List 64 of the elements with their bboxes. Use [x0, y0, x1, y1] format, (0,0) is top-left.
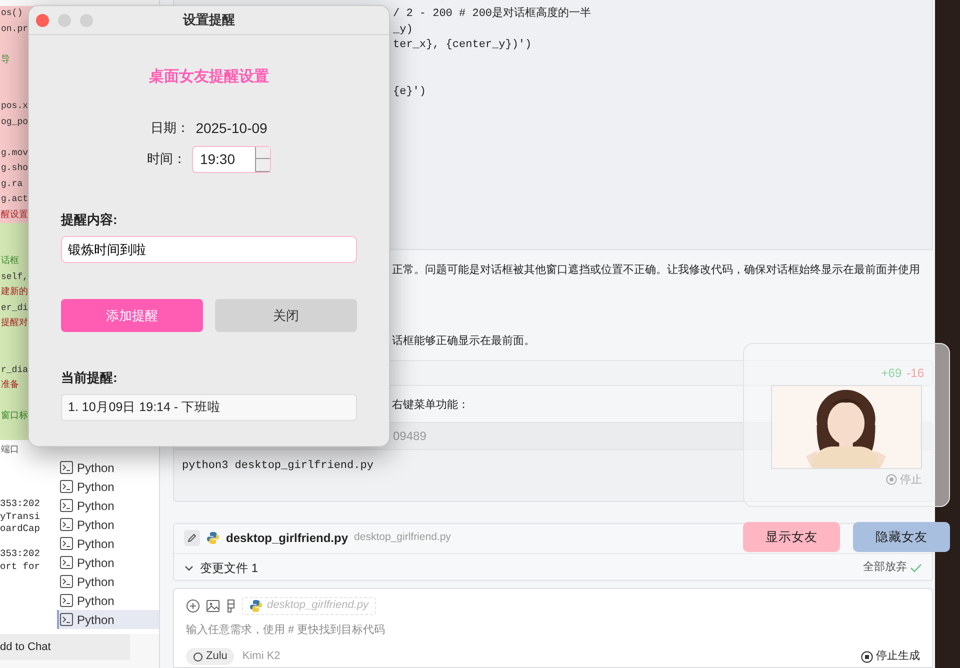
date-value: 2025-10-09	[196, 118, 268, 138]
stop-icon	[886, 474, 897, 486]
terminal-tab[interactable]: Python	[57, 591, 159, 610]
terminal-icon	[60, 556, 73, 569]
changed-files-label: 变更文件 1	[200, 560, 258, 577]
command-id: 09489	[393, 428, 426, 443]
chat-input[interactable]: desktop_girlfriend.py 输入任意需求，使用 # 更快找到目标代码 Zulu Kimi K2 停止生成	[173, 588, 933, 668]
terminal-tab[interactable]: Python	[57, 534, 159, 553]
window-title: 设置提醒	[183, 12, 235, 28]
code-text: _y)	[393, 24, 413, 36]
add-to-chat-button[interactable]: dd to Chat	[0, 634, 130, 660]
file-name[interactable]: desktop_girlfriend.py	[226, 529, 348, 548]
agent-icon	[193, 652, 203, 662]
agent-selector[interactable]: Zulu	[186, 648, 234, 665]
terminal-tab[interactable]: Python	[57, 610, 159, 629]
code-text: ter_x}, {center_y})')	[393, 39, 532, 51]
input-placeholder: 输入任意需求，使用 # 更快找到目标代码	[186, 622, 386, 638]
dialog-heading: 桌面女友提醒设置	[149, 68, 269, 85]
python-icon	[206, 531, 220, 546]
terminal-output: yTransi	[0, 510, 40, 522]
terminal-output: ort for	[0, 560, 40, 572]
terminal-tab[interactable]: Python	[57, 553, 159, 572]
message-text: 右键菜单功能：	[392, 399, 469, 412]
panel-title: 端口	[1, 444, 19, 454]
reminder-item[interactable]: 1. 10月09日 19:14 - 下班啦	[61, 394, 357, 420]
terminal-icon	[60, 461, 73, 474]
file-path: desktop_girlfriend.py	[354, 530, 451, 546]
time-field[interactable]: 19:30	[192, 146, 272, 172]
terminal-tab[interactable]: Python	[57, 477, 159, 496]
terminal-output: 353:202	[0, 548, 40, 559]
hide-girlfriend-button[interactable]: 隐藏女友	[853, 522, 950, 552]
terminal-icon	[60, 594, 73, 607]
terminal-output: 353:202	[0, 498, 40, 509]
image-icon[interactable]	[206, 598, 220, 613]
removed-count: -16	[906, 365, 924, 382]
terminal-tab[interactable]: Python	[57, 496, 159, 515]
terminal-icon	[60, 480, 73, 493]
code-text: / 2 - 200 # 200是对话框高度的一半	[393, 8, 592, 20]
edit-icon[interactable]	[184, 530, 200, 546]
python-icon	[249, 598, 263, 613]
check-icon	[910, 562, 922, 573]
stop-generating-button[interactable]: 停止生成	[861, 648, 920, 665]
terminal-icon	[60, 537, 73, 550]
terminal-output: oardCap	[0, 523, 40, 534]
show-girlfriend-button[interactable]: 显示女友	[743, 522, 840, 552]
command-text: python3 desktop_girlfriend.py	[182, 458, 374, 474]
code-text: {e}')	[393, 86, 426, 98]
terminal-icon	[60, 575, 73, 588]
close-button[interactable]	[36, 14, 49, 27]
terminal-icon	[60, 499, 73, 512]
message-text: 正常。问题可能是对话框被其他窗口遮挡或位置不正确。让我修改代码，确保对话框始终显示在最前面并使用	[392, 264, 920, 276]
terminal-tab[interactable]: Python	[57, 458, 159, 477]
discard-all-button[interactable]: 全部放弃	[863, 559, 922, 576]
terminal-icon	[60, 518, 73, 531]
stop-icon	[861, 650, 873, 662]
message-text: 话框能够正确显示在最前面。	[392, 335, 535, 348]
close-button[interactable]: 关闭	[215, 299, 357, 332]
terminal-tab[interactable]: Python	[57, 572, 159, 591]
pencil-icon	[187, 533, 197, 544]
terminal-icon	[60, 613, 73, 626]
added-count: +69	[881, 365, 902, 382]
content-field[interactable]: 锻炼时间到啦	[61, 236, 357, 263]
terminal-tab[interactable]: Python	[57, 515, 159, 534]
add-icon[interactable]	[186, 598, 200, 613]
